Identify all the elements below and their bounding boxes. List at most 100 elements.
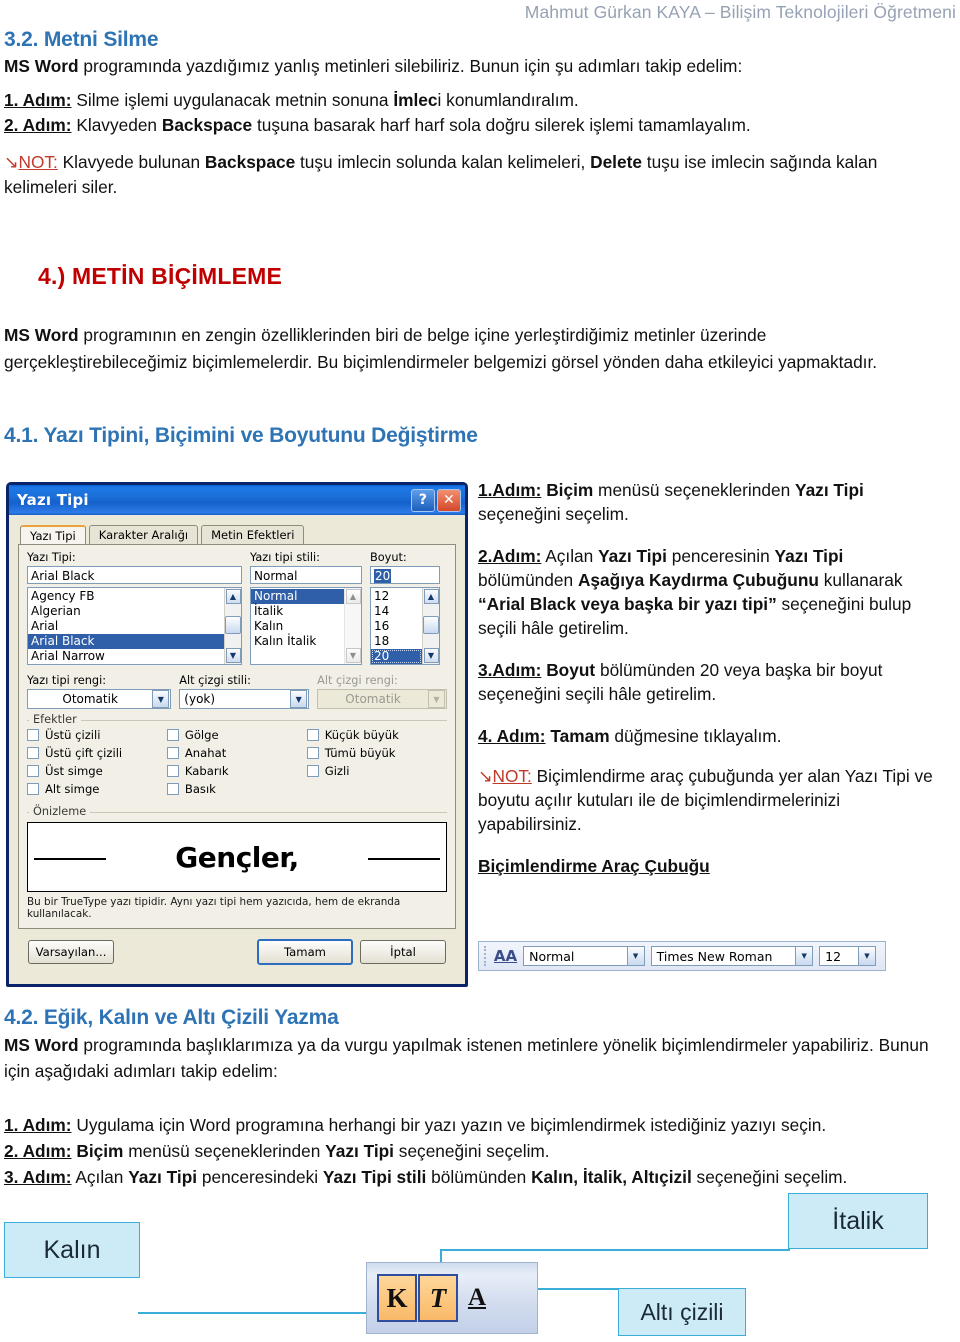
checkbox-icon[interactable] [166, 765, 179, 777]
font-dialog-titlebar[interactable]: Yazı Tipi ? ✕ [9, 485, 465, 515]
t-bold: Tamam [550, 726, 610, 746]
chevron-down-icon[interactable]: ▼ [626, 947, 644, 965]
style-list-item[interactable]: Kalın İtalik [251, 634, 344, 649]
scrollbar-thumb[interactable] [225, 616, 241, 634]
chevron-down-icon[interactable]: ▼ [290, 690, 308, 708]
scroll-up-icon[interactable]: ▲ [225, 589, 241, 604]
scroll-down-icon[interactable]: ▼ [345, 648, 361, 663]
checkbox-tumu-buyuk[interactable]: Tümü büyük [306, 746, 447, 760]
scroll-up-icon[interactable]: ▲ [345, 589, 361, 604]
size-list-item[interactable]: 16 [371, 619, 422, 634]
font-style-listbox[interactable]: Normal İtalik Kalın Kalın İtalik ▲ ▼ [250, 587, 362, 665]
checkbox-icon[interactable] [27, 765, 39, 777]
step-4-2-3: 3. Adım: Açılan Yazı Tipi penceresindeki… [4, 1164, 944, 1190]
underline-style-combo[interactable]: (yok) ▼ [179, 689, 310, 709]
font-list-item[interactable]: Arial [28, 619, 224, 634]
t: bölümünden [426, 1167, 532, 1187]
size-list-scrollbar[interactable]: ▲ ▼ [422, 588, 439, 664]
font-dialog[interactable]: Yazı Tipi ? ✕ Yazı Tipi Karakter Aralığı… [6, 482, 468, 987]
formatting-toolbar[interactable]: AA Normal ▼ Times New Roman ▼ 12 ▼ [478, 941, 886, 971]
font-color-label: Yazı tipi rengi: [27, 674, 107, 687]
font-listbox[interactable]: Agency FB Algerian Arial Arial Black Ari… [27, 587, 242, 665]
checkbox-icon[interactable] [27, 729, 39, 741]
checkbox-icon[interactable] [306, 765, 319, 777]
underline-button-icon[interactable]: A [459, 1276, 495, 1320]
toolbar-caption: Biçimlendirme Araç Çubuğu [478, 856, 710, 876]
toolbar-grip-icon[interactable] [484, 946, 490, 966]
checkbox-ust-simge[interactable]: Üst simge [27, 764, 167, 778]
checkbox-label: Üstü çizili [45, 728, 101, 742]
help-icon[interactable]: ? [411, 488, 435, 512]
tab-yazi-tipi[interactable]: Yazı Tipi [20, 525, 86, 546]
style-list-item-selected[interactable]: Normal [251, 589, 344, 604]
step-4-2-2: 2. Adım: Biçim menüsü seçeneklerinden Ya… [4, 1138, 944, 1164]
checkbox-icon[interactable] [306, 729, 319, 741]
size-list-item[interactable]: 14 [371, 604, 422, 619]
t-bold: “Arial Black veya başka bir yazı tipi” [478, 594, 777, 614]
tab-metin-efektleri[interactable]: Metin Efektleri [201, 525, 305, 545]
chevron-down-icon[interactable]: ▼ [152, 690, 170, 708]
checkbox-kabarik[interactable]: Kabarık [166, 764, 307, 778]
checkbox-icon[interactable] [27, 747, 39, 759]
t-bold: Yazı Tipi [795, 480, 864, 500]
font-list-item[interactable]: Arial Narrow [28, 649, 224, 664]
style-list-item[interactable]: Kalın [251, 619, 344, 634]
bold-italic-underline-toolbar[interactable]: K T A [366, 1262, 538, 1334]
checkbox-anahat[interactable]: Anahat [166, 746, 307, 760]
tamam-button[interactable]: Tamam [257, 939, 353, 965]
style-list-scrollbar[interactable]: ▲ ▼ [344, 588, 361, 664]
checkbox-icon[interactable] [27, 783, 39, 795]
section-4-heading-wrap: 4.) METİN BİÇİMLEME [38, 263, 282, 290]
checkbox-basik[interactable]: Basık [166, 782, 307, 796]
preview-note: Bu bir TrueType yazı tipidir. Aynı yazı … [27, 896, 401, 920]
font-list-scrollbar[interactable]: ▲ ▼ [224, 588, 241, 664]
checkbox-alt-simge[interactable]: Alt simge [27, 782, 167, 796]
t: penceresinin [666, 546, 775, 566]
size-list-item[interactable]: 12 [371, 589, 422, 604]
font-dialog-tabs[interactable]: Yazı Tipi Karakter Aralığı Metin Efektle… [20, 523, 456, 546]
size-list-item[interactable]: 18 [371, 634, 422, 649]
styles-aa-icon[interactable]: AA [494, 947, 517, 965]
step-2-label: 2. Adım: [4, 115, 72, 135]
scrollbar-thumb[interactable] [423, 616, 439, 634]
font-dropdown[interactable]: Times New Roman ▼ [650, 946, 814, 966]
checkbox-icon[interactable] [306, 747, 319, 759]
varsayilan-button[interactable]: Varsayılan... [28, 940, 114, 964]
effects-column-2: Gölge Anahat Kabarık Basık [166, 728, 307, 800]
size-dropdown[interactable]: 12 ▼ [819, 946, 876, 966]
font-style-input[interactable]: Normal [250, 566, 362, 584]
scroll-up-icon[interactable]: ▲ [423, 589, 439, 604]
chevron-down-icon[interactable]: ▼ [795, 947, 813, 965]
tab-karakter-araligi[interactable]: Karakter Aralığı [88, 525, 199, 545]
checkbox-gizli[interactable]: Gizli [306, 764, 447, 778]
checkbox-icon[interactable] [166, 729, 179, 741]
checkbox-ustu-cift-cizili[interactable]: Üstü çift çizili [27, 746, 167, 760]
scroll-down-icon[interactable]: ▼ [423, 648, 439, 663]
checkbox-ustu-cizili[interactable]: Üstü çizili [27, 728, 167, 742]
t: kullanarak [818, 570, 903, 590]
iptal-button[interactable]: İptal [360, 940, 446, 964]
font-size-listbox[interactable]: 12 14 16 18 20 ▲ ▼ [370, 587, 440, 665]
scroll-down-icon[interactable]: ▼ [225, 648, 241, 663]
style-list-item[interactable]: İtalik [251, 604, 344, 619]
font-list-item[interactable]: Agency FB [28, 589, 224, 604]
italic-button-icon[interactable]: T [418, 1274, 458, 1322]
style-dropdown-value: Normal [529, 948, 575, 964]
font-input[interactable]: Arial Black [27, 566, 242, 584]
step-1: 1. Adım: Silme işlemi uygulanacak metnin… [4, 88, 934, 113]
checkbox-kucuk-buyuk[interactable]: Küçük büyük [306, 728, 447, 742]
bold-button-icon[interactable]: K [377, 1274, 417, 1322]
close-icon[interactable]: ✕ [437, 488, 461, 512]
style-dropdown[interactable]: Normal ▼ [523, 946, 645, 966]
checkbox-icon[interactable] [166, 747, 179, 759]
font-list-item-selected[interactable]: Arial Black [28, 634, 224, 649]
font-list-item[interactable]: Algerian [28, 604, 224, 619]
chevron-down-icon[interactable]: ▼ [858, 947, 875, 965]
step-1-label: 1. Adım: [4, 90, 72, 110]
checkbox-icon[interactable] [166, 783, 179, 795]
preview-sample-text: Gençler, [175, 840, 299, 874]
font-color-combo[interactable]: Otomatik ▼ [27, 689, 172, 709]
size-list-item-selected[interactable]: 20 [371, 649, 422, 664]
checkbox-golge[interactable]: Gölge [166, 728, 307, 742]
font-size-input[interactable]: 20 [370, 566, 440, 584]
